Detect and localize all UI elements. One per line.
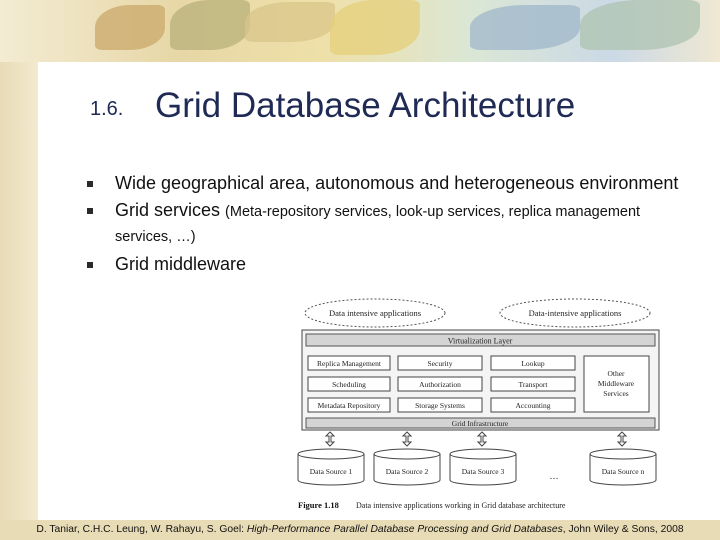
service-label: Lookup — [521, 359, 545, 368]
bullet-text: Wide geographical area, autonomous and h… — [115, 173, 679, 193]
footer-authors: D. Taniar, C.H.C. Leung, W. Rahayu, S. G… — [36, 524, 247, 535]
leaf-decoration — [470, 5, 580, 50]
bullet-item: Grid services (Meta-repository services,… — [85, 199, 685, 249]
leaf-decoration — [95, 5, 165, 50]
service-label: Accounting — [516, 401, 551, 410]
connection-arrows — [324, 431, 628, 447]
grid-architecture-diagram: Data intensive applications Data-intensi… — [297, 298, 660, 510]
data-source-label: Data Source 2 — [386, 467, 429, 476]
service-label: Authorization — [419, 380, 461, 389]
footer-book-title: High-Performance Parallel Database Proce… — [246, 524, 563, 535]
bullet-list: Wide geographical area, autonomous and h… — [85, 172, 685, 280]
background-left-strip — [0, 0, 38, 540]
grid-infrastructure-label: Grid Infrastructure — [452, 419, 509, 428]
bullet-text: Grid services — [115, 200, 226, 220]
data-source-label: Data Source n — [602, 467, 645, 476]
other-services-label: Services — [603, 389, 628, 398]
service-grid: Replica Management Security Lookup Sched… — [307, 355, 650, 413]
slide-number: 1.6. — [90, 98, 124, 120]
other-services-label: Middleware — [598, 379, 635, 388]
footer-publisher: , John Wiley & Sons, 2008 — [562, 524, 684, 535]
double-arrow-icon — [401, 431, 413, 447]
bullet-square-icon — [87, 181, 93, 187]
bullet-item: Wide geographical area, autonomous and h… — [85, 172, 685, 195]
data-source-label: Data Source 3 — [462, 467, 505, 476]
data-source-cylinder: Data Source n — [589, 448, 657, 486]
service-label: Security — [428, 359, 453, 368]
service-label: Metadata Repository — [318, 401, 381, 410]
app-label-right: Data-intensive applications — [529, 308, 622, 318]
service-label: Replica Management — [317, 359, 382, 368]
ellipsis: … — [550, 471, 559, 481]
data-source-cylinder: Data Source 3 — [449, 448, 517, 486]
data-source-label: Data Source 1 — [310, 467, 353, 476]
leaf-decoration — [330, 0, 420, 55]
figure-caption-label: Figure 1.18 — [298, 500, 339, 510]
double-arrow-icon — [616, 431, 628, 447]
data-source-cylinder: Data Source 1 — [297, 448, 365, 486]
other-services-label: Other — [607, 369, 625, 378]
double-arrow-icon — [324, 431, 336, 447]
data-source-cylinder: Data Source 2 — [373, 448, 441, 486]
service-label: Storage Systems — [415, 401, 465, 410]
double-arrow-icon — [476, 431, 488, 447]
leaf-decoration — [580, 0, 700, 50]
footer-citation: D. Taniar, C.H.C. Leung, W. Rahayu, S. G… — [0, 520, 720, 540]
slide-title: Grid Database Architecture — [155, 86, 576, 125]
background-top-banner — [0, 0, 720, 62]
bullet-item: Grid middleware — [85, 253, 685, 276]
bullet-text: Grid middleware — [115, 254, 247, 274]
app-label-left: Data intensive applications — [329, 308, 421, 318]
virtualization-layer-label: Virtualization Layer — [448, 337, 513, 346]
leaf-decoration — [170, 0, 250, 50]
bullet-square-icon — [87, 262, 93, 268]
service-label: Scheduling — [332, 380, 366, 389]
bullet-square-icon — [87, 208, 93, 214]
service-label: Transport — [519, 380, 549, 389]
figure-caption-text: Data intensive applications working in G… — [356, 501, 566, 510]
leaf-decoration — [245, 2, 335, 42]
